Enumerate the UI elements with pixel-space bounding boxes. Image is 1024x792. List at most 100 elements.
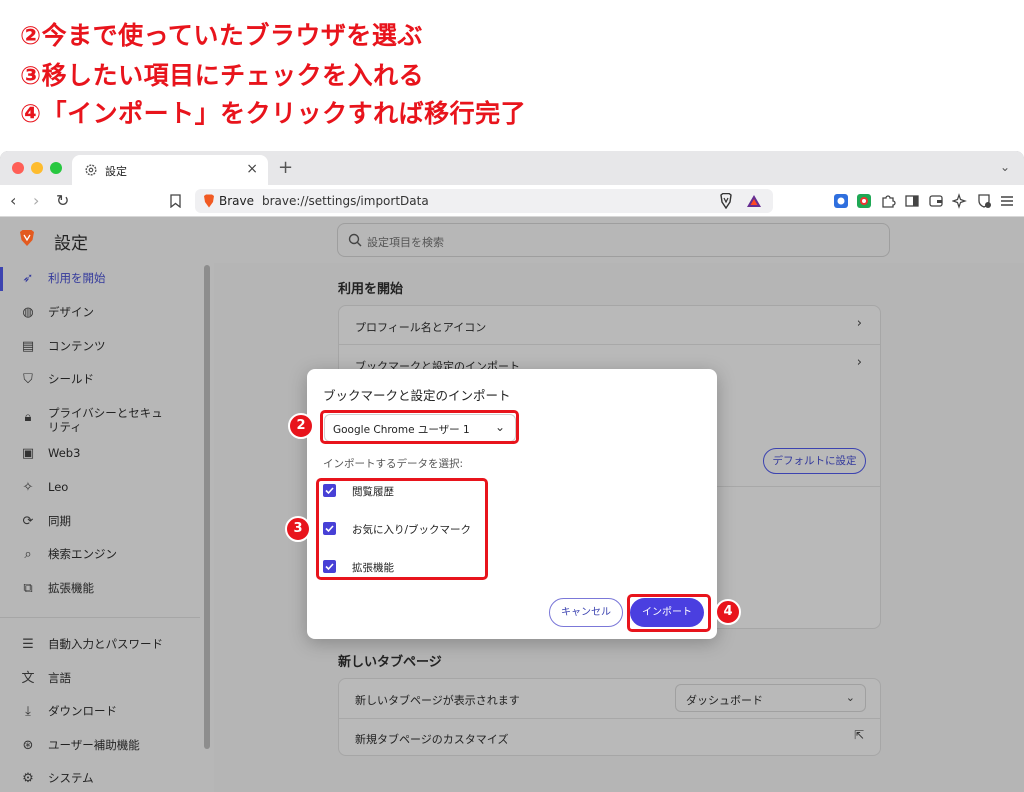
step-4-badge: 4 [715,599,741,625]
sidebar-item-get-started[interactable]: ➶ 利用を開始 [0,265,200,293]
tab-strip: 設定 × + ⌄ [0,151,1024,185]
new-tab-card: 新しいタブページが表示されます ダッシュボード ⌄ 新規タブページのカスタマイズ… [338,678,881,756]
extension-green-icon[interactable] [856,193,872,209]
profile-row[interactable]: プロフィール名とアイコン › [339,306,880,344]
gear-icon [85,164,97,176]
section-title-new-tab: 新しいタブページ [338,655,442,670]
chevron-down-icon: ⌄ [845,691,855,704]
sidebar-item-search-engine[interactable]: ⌕ 検索エンジン [0,541,200,569]
sync-icon: ⟳ [22,514,34,529]
sidebar-item-autofill[interactable]: ☰ 自動入力とパスワード [0,631,200,659]
sidebar-item-system[interactable]: ⚙︎ システム [0,765,200,792]
sidebar-divider [0,617,200,618]
sidebar-item-downloads[interactable]: ⤓ ダウンロード [0,698,200,726]
leo-sparkle-icon[interactable] [952,193,968,209]
puzzle-icon: ⧉ [23,581,33,596]
tab-settings[interactable]: 設定 × [72,155,268,185]
tab-list-chevron-icon[interactable]: ⌄ [1000,160,1010,174]
wallet-icon[interactable] [928,193,944,209]
reload-button[interactable]: ↻ [56,191,69,210]
sidebar-item-label: 利用を開始 [48,271,106,285]
ntp-customize-row[interactable]: 新規タブページのカスタマイズ ⇱ [339,719,880,756]
set-default-button[interactable]: デフォルトに設定 [763,448,866,474]
bat-rewards-icon[interactable] [746,194,762,208]
sidebar-item-accessibility[interactable]: ⊛ ユーザー補助機能 [0,732,200,760]
sidebar-item-label: 検索エンジン [48,547,117,561]
highlight-profile-select [320,410,519,444]
sidebar-item-label: コンテンツ [48,339,106,353]
sidebar-item-label: 言語 [48,671,71,685]
ntp-select[interactable]: ダッシュボード ⌄ [675,684,866,712]
sidebar-item-label: シールド [48,372,94,386]
vpn-shield-icon[interactable] [976,193,992,209]
forward-button[interactable]: › [33,191,39,210]
sidebar-item-label: ダウンロード [48,704,117,718]
instruction-step-2: ②今まで使っていたブラウザを選ぶ [20,21,423,50]
sidebar-item-label: Leo [48,480,69,494]
highlight-import-button [627,594,711,632]
toolbar: ‹ › ↻ Brave brave://settings/importData [0,185,1024,217]
sidebar-item-sync[interactable]: ⟳ 同期 [0,508,200,536]
settings-sidebar: 設定 ➶ 利用を開始 ◍ デザイン ▤ コンテンツ ⛉ シールド 🔒︎ プライバ… [0,217,200,792]
wallet-icon: ▣ [21,446,35,461]
ntp-customize-label: 新規タブページのカスタマイズ [355,733,509,746]
minimize-window-button[interactable] [31,162,43,174]
search-icon: ⌕ [24,547,32,562]
step-3-badge: 3 [285,516,311,542]
sidebar-item-privacy[interactable]: 🔒︎ プライバシーとセキュ リティ [0,400,200,440]
search-placeholder: 設定項目を検索 [367,236,444,249]
palette-icon: ◍ [22,305,34,320]
sidebar-item-languages[interactable]: 文 言語 [0,665,200,693]
sidebar-item-label: 自動入力とパスワード [48,637,163,651]
sidebar-item-appearance[interactable]: ◍ デザイン [0,299,200,327]
chevron-right-icon: › [856,316,862,331]
sidebar-item-label: システム [48,771,94,785]
list-icon: ☰ [22,637,34,652]
sidebar-item-label: Web3 [48,446,81,460]
sidebar-item-content[interactable]: ▤ コンテンツ [0,333,200,361]
dialog-title: ブックマークと設定のインポート [323,388,511,403]
external-link-icon: ⇱ [853,728,864,742]
sidebar-item-label: デザイン [48,305,94,319]
step-2-badge: 2 [288,413,314,439]
tab-close-button[interactable]: × [246,161,258,177]
lock-icon: 🔒︎ [24,410,32,425]
sidebar-item-web3[interactable]: ▣ Web3 [0,440,200,468]
search-icon [348,233,362,247]
ntp-row-label: 新しいタブページが表示されます [355,694,520,707]
cancel-button[interactable]: キャンセル [549,598,623,627]
instruction-step-4: ④「インポート」をクリックすれば移行完了 [20,99,527,128]
ntp-select-value: ダッシュボード [686,694,763,707]
brave-logo-icon [204,194,214,208]
maximize-window-button[interactable] [50,162,62,174]
shield-icon: ⛉ [23,372,33,387]
section-title-get-started: 利用を開始 [338,282,404,297]
menu-icon[interactable] [999,193,1015,209]
instruction-step-3: ③移したい項目にチェックを入れる [20,61,425,90]
new-tab-button[interactable]: + [278,157,293,178]
close-window-button[interactable] [12,162,24,174]
sidebar-item-shields[interactable]: ⛉ シールド [0,366,200,394]
extension-blue-icon[interactable] [833,193,849,209]
brave-shields-icon[interactable] [719,193,733,209]
profile-row-label: プロフィール名とアイコン [355,321,487,334]
sidebar-item-label: ユーザー補助機能 [48,738,140,752]
sidebar-scrollbar[interactable] [204,265,210,749]
sidebar-item-extensions[interactable]: ⧉ 拡張機能 [0,575,200,603]
back-button[interactable]: ‹ [10,191,16,210]
highlight-checkboxes [316,478,488,580]
sidebar-item-leo[interactable]: ✧ Leo [0,474,200,502]
tab-title: 設定 [105,165,127,178]
url-text: brave://settings/importData [262,194,429,208]
data-select-label: インポートするデータを選択: [323,458,464,470]
address-bar[interactable]: Brave brave://settings/importData [195,189,773,213]
settings-search-input[interactable]: 設定項目を検索 [337,223,890,257]
sidebar-toggle-icon[interactable] [904,193,920,209]
brave-logo-icon [20,230,34,246]
sparkle-icon: ✧ [22,480,34,495]
bookmark-icon[interactable] [170,194,181,208]
rocket-icon: ➶ [22,271,34,286]
puzzle-icon[interactable] [880,193,896,209]
accessibility-icon: ⊛ [22,738,34,753]
sidebar-item-label: 拡張機能 [48,581,94,595]
